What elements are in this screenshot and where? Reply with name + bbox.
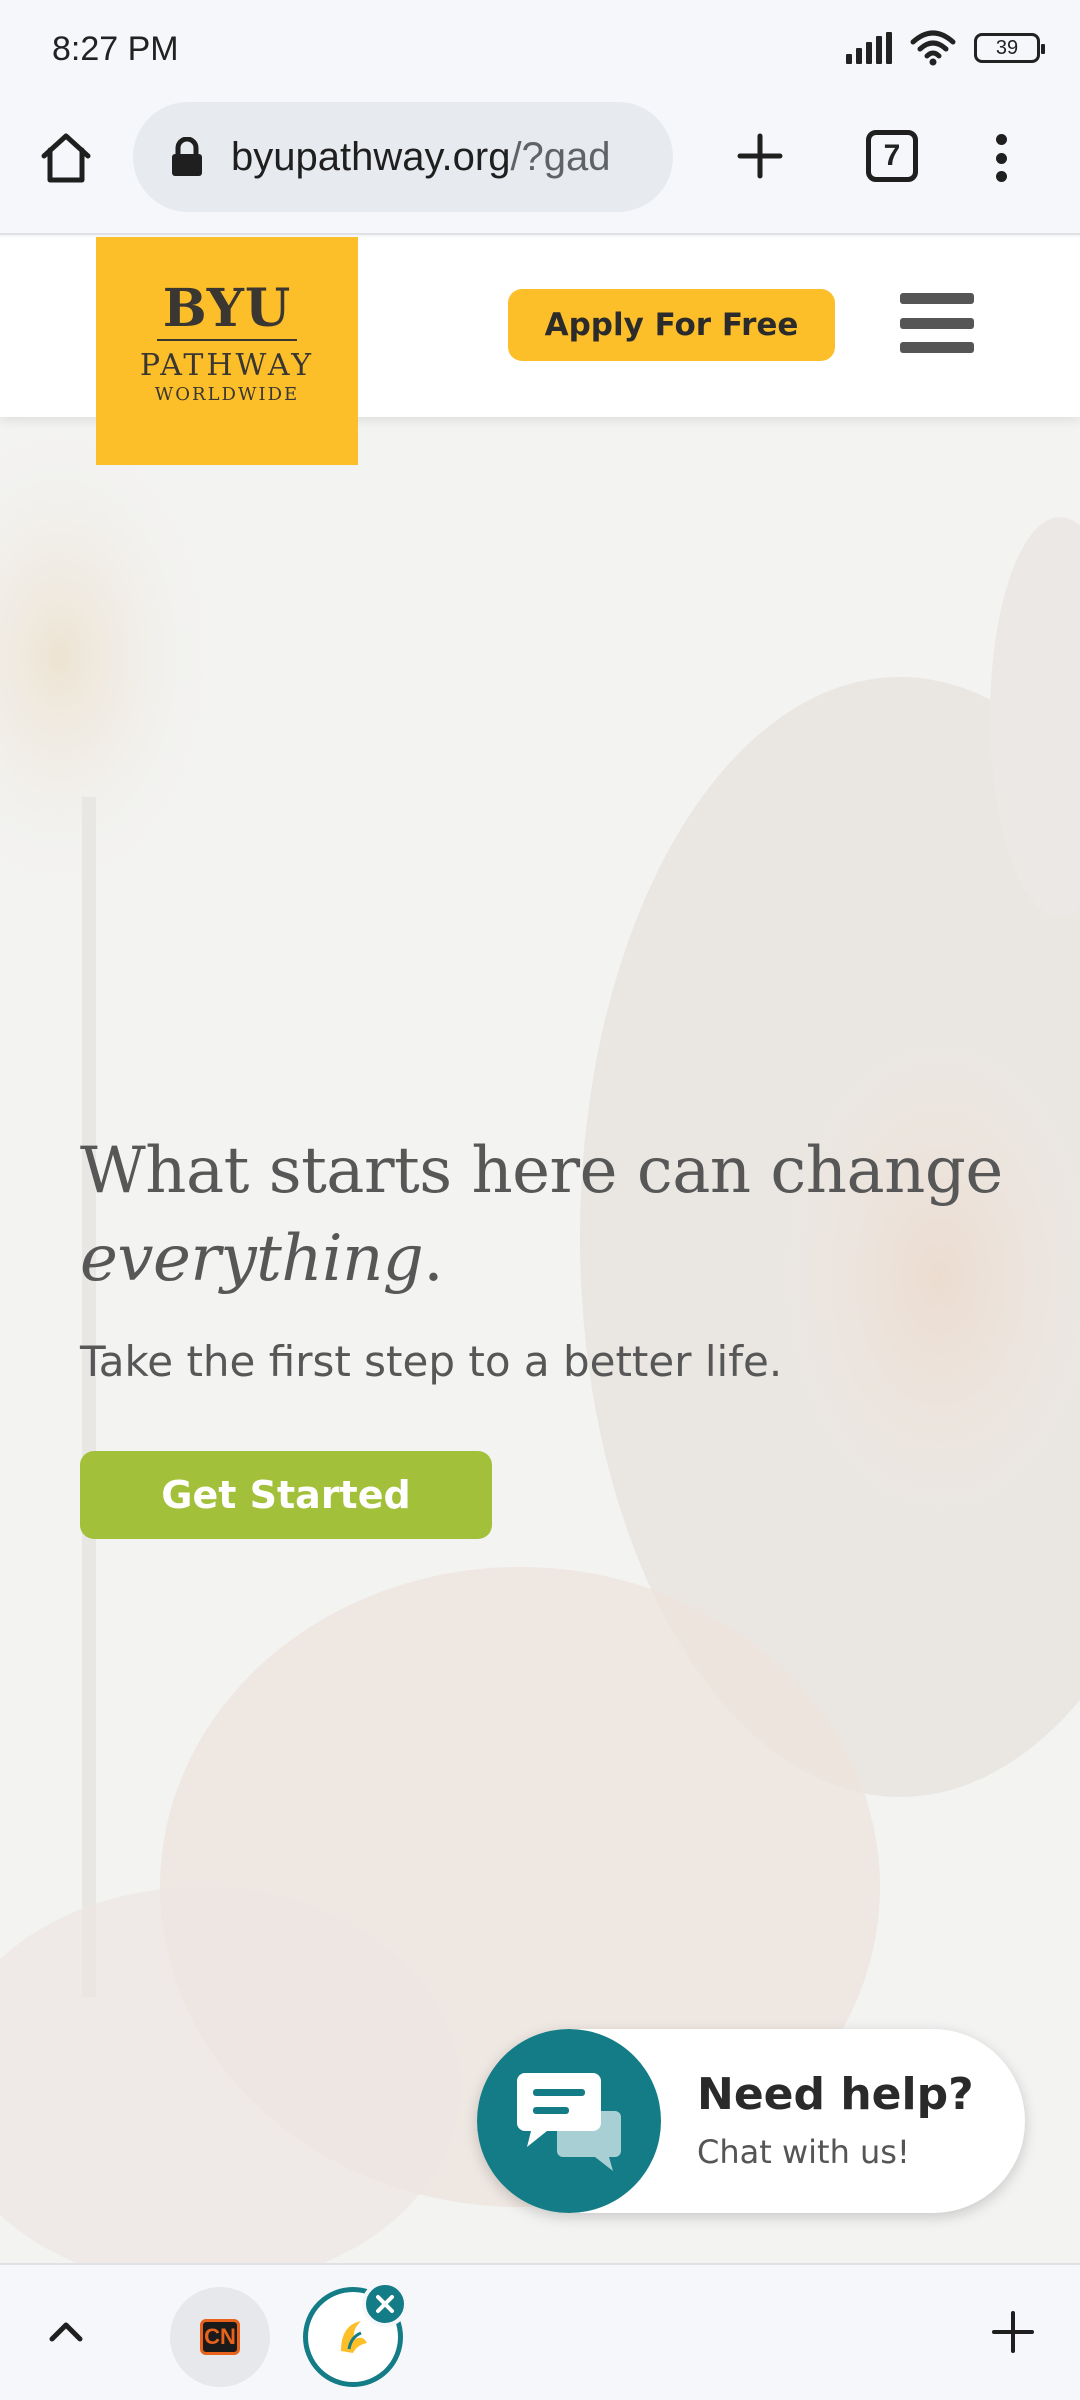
chat-bubbles-icon — [517, 2073, 621, 2171]
hero-subtitle: Take the first step to a better life. — [80, 1337, 783, 1386]
more-vert-icon[interactable] — [986, 128, 1016, 188]
bottom-tab-bar: CN — [0, 2263, 1080, 2400]
chat-widget[interactable]: Need help? Chat with us! — [477, 2029, 1025, 2213]
web-page: Apply For Free BYU PATHWAY WORLDWIDE Wha… — [0, 237, 1080, 2263]
logo-sub2-text: WORLDWIDE — [154, 384, 300, 405]
signal-icon — [846, 32, 892, 64]
chat-subtitle: Chat with us! — [697, 2133, 910, 2171]
url-text: byupathway.org/?gad — [231, 134, 611, 179]
logo-main-text: BYU — [162, 278, 292, 339]
chat-icon-circle[interactable] — [477, 2029, 661, 2213]
cn-logo-icon: CN — [200, 2319, 240, 2355]
chevron-up-icon[interactable] — [44, 2309, 88, 2353]
hamburger-menu-icon[interactable] — [900, 293, 974, 353]
plus-icon[interactable] — [990, 2309, 1036, 2355]
logo-sub-text: PATHWAY — [139, 348, 315, 383]
hero-title: What starts here can change everything. — [80, 1134, 1003, 1296]
wifi-icon — [910, 30, 956, 66]
lock-icon[interactable] — [169, 137, 205, 177]
apply-for-free-button[interactable]: Apply For Free — [508, 289, 835, 361]
close-icon[interactable] — [362, 2281, 408, 2327]
browser-toolbar: byupathway.org/?gad 7 — [0, 100, 1080, 235]
new-tab-icon[interactable] — [730, 126, 790, 186]
status-time: 8:27 PM — [52, 30, 179, 68]
logo-rule — [157, 339, 297, 341]
tab-thumbnail-cn[interactable]: CN — [170, 2287, 270, 2387]
get-started-button[interactable]: Get Started — [80, 1451, 492, 1539]
home-icon[interactable] — [36, 128, 96, 188]
byu-pathway-logo[interactable]: BYU PATHWAY WORLDWIDE — [96, 237, 358, 465]
status-icons: 39 — [846, 30, 1045, 66]
chat-title: Need help? — [697, 2069, 974, 2120]
status-bar: 8:27 PM 39 — [0, 0, 1080, 100]
battery-icon: 39 — [974, 33, 1045, 63]
tabs-button[interactable]: 7 — [866, 130, 918, 182]
url-bar[interactable]: byupathway.org/?gad — [133, 102, 673, 212]
